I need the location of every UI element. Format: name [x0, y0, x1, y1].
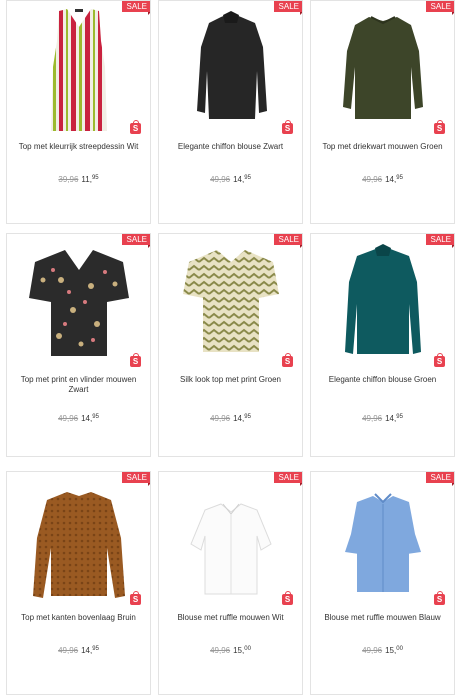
- shopping-bag-icon[interactable]: S: [434, 353, 445, 367]
- shopping-bag-icon[interactable]: S: [434, 120, 445, 134]
- black-blouse-image: [197, 11, 267, 119]
- shopping-bag-icon[interactable]: S: [282, 120, 293, 134]
- green-blouse-image: [343, 16, 423, 119]
- product-card[interactable]: SALE S Blouse met ruffle mouwen Wit 49,9…: [158, 471, 303, 695]
- old-price: 49,96: [210, 414, 231, 423]
- price-decimal: 95: [396, 175, 403, 181]
- shopping-bag-icon[interactable]: S: [282, 353, 293, 367]
- price-integer: 15,: [233, 646, 245, 655]
- floral-top-image: [29, 250, 129, 356]
- product-image[interactable]: [159, 240, 302, 370]
- product-title[interactable]: Blouse met ruffle mouwen Wit: [163, 613, 298, 623]
- product-image[interactable]: [311, 240, 454, 370]
- product-image[interactable]: [7, 7, 150, 137]
- teal-blouse-image: [345, 244, 421, 354]
- price-integer: 15,: [385, 646, 397, 655]
- product-price: 49,96 14,95: [159, 414, 302, 423]
- striped-top-image: [51, 9, 107, 131]
- product-price: 49,96 14,95: [311, 414, 454, 423]
- old-price: 49,96: [58, 414, 79, 423]
- product-image[interactable]: [159, 478, 302, 608]
- price-decimal: 95: [244, 175, 251, 181]
- old-price: 39,96: [58, 175, 79, 184]
- product-price: 49,96 14,95: [7, 646, 150, 655]
- product-title[interactable]: Silk look top met print Groen: [163, 375, 298, 385]
- zigzag-top-image: [183, 250, 279, 352]
- product-price: 49,96 15,00: [159, 646, 302, 655]
- product-grid: SALE S Top met kleurrijk streepdessin Wi…: [0, 0, 475, 695]
- product-price: 49,96 14,95: [159, 175, 302, 184]
- product-card[interactable]: SALE S Top met kleurrijk streepdessin Wi…: [6, 0, 151, 224]
- shopping-bag-icon[interactable]: S: [282, 591, 293, 605]
- product-price: 39,96 11,95: [7, 175, 150, 184]
- product-image[interactable]: [7, 478, 150, 608]
- price-decimal: 95: [244, 414, 251, 420]
- old-price: 49,96: [58, 646, 79, 655]
- price-decimal: 95: [92, 414, 99, 420]
- product-title[interactable]: Top met kanten bovenlaag Bruin: [11, 613, 146, 623]
- price-integer: 14,: [385, 414, 397, 423]
- price-decimal: 95: [92, 646, 99, 652]
- product-card[interactable]: SALE S Elegante chiffon blouse Groen 49,…: [310, 233, 455, 457]
- product-image[interactable]: [311, 7, 454, 137]
- old-price: 49,96: [210, 175, 231, 184]
- product-image[interactable]: [311, 478, 454, 608]
- product-price: 49,96 14,95: [311, 175, 454, 184]
- product-title[interactable]: Elegante chiffon blouse Zwart: [163, 142, 298, 152]
- product-title[interactable]: Top met print en vlinder mouwen Zwart: [11, 375, 146, 395]
- product-card[interactable]: SALE S Top met print en vlinder mouwen Z…: [6, 233, 151, 457]
- shopping-bag-icon[interactable]: S: [130, 120, 141, 134]
- product-image[interactable]: [159, 7, 302, 137]
- product-title[interactable]: Elegante chiffon blouse Groen: [315, 375, 450, 385]
- white-blouse-image: [190, 503, 272, 595]
- product-image[interactable]: [7, 240, 150, 370]
- lace-top-image: [33, 492, 125, 598]
- old-price: 49,96: [210, 646, 231, 655]
- product-card[interactable]: SALE S Blouse met ruffle mouwen Blauw 49…: [310, 471, 455, 695]
- price-integer: 14,: [81, 414, 93, 423]
- product-card[interactable]: SALE S Silk look top met print Groen 49,…: [158, 233, 303, 457]
- old-price: 49,96: [362, 414, 383, 423]
- product-price: 49,96 15,00: [311, 646, 454, 655]
- shopping-bag-icon[interactable]: S: [434, 591, 445, 605]
- product-title[interactable]: Blouse met ruffle mouwen Blauw: [315, 613, 450, 623]
- price-integer: 11,: [81, 175, 92, 184]
- product-card[interactable]: SALE S Top met kanten bovenlaag Bruin 49…: [6, 471, 151, 695]
- price-decimal: 00: [396, 646, 403, 652]
- price-decimal: 00: [244, 646, 251, 652]
- old-price: 49,96: [362, 175, 383, 184]
- product-price: 49,96 14,95: [7, 414, 150, 423]
- old-price: 49,96: [362, 646, 383, 655]
- blue-blouse-image: [345, 493, 421, 592]
- product-title[interactable]: Top met kleurrijk streepdessin Wit: [11, 142, 146, 152]
- product-card[interactable]: SALE S Top met driekwart mouwen Groen 49…: [310, 0, 455, 224]
- price-integer: 14,: [233, 175, 245, 184]
- product-title[interactable]: Top met driekwart mouwen Groen: [315, 142, 450, 152]
- price-decimal: 95: [396, 414, 403, 420]
- price-decimal: 95: [91, 175, 99, 181]
- price-integer: 14,: [385, 175, 397, 184]
- shopping-bag-icon[interactable]: S: [130, 353, 141, 367]
- price-integer: 14,: [81, 646, 93, 655]
- price-integer: 14,: [233, 414, 245, 423]
- product-card[interactable]: SALE S Elegante chiffon blouse Zwart 49,…: [158, 0, 303, 224]
- shopping-bag-icon[interactable]: S: [130, 591, 141, 605]
